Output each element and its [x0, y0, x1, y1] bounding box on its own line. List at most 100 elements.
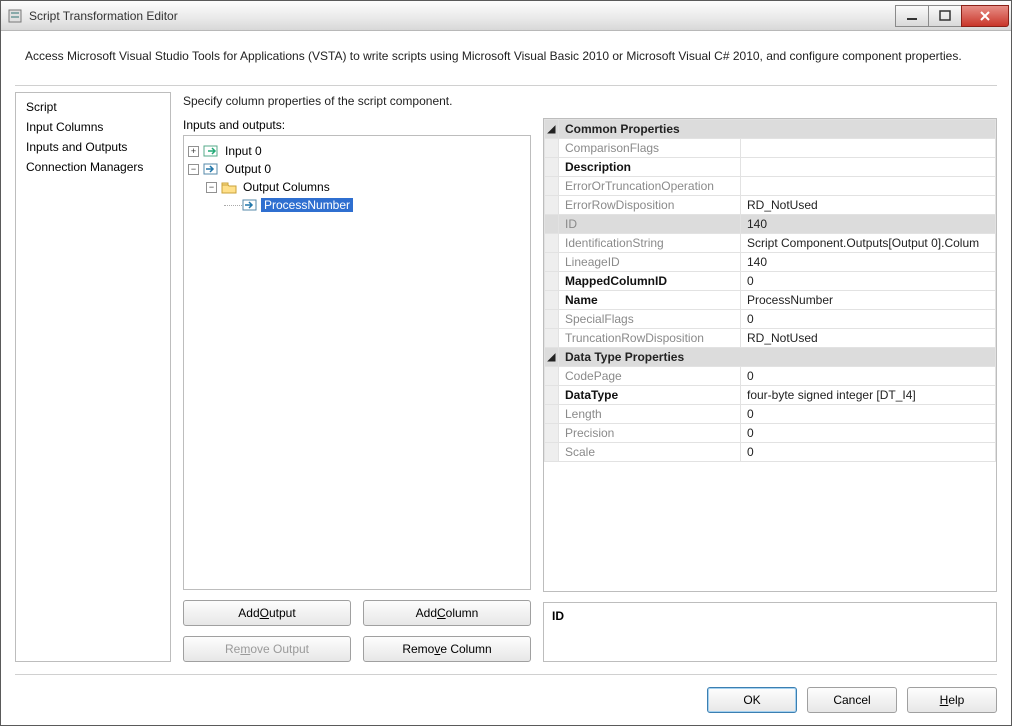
add-column-button[interactable]: Add Column [363, 600, 531, 626]
propgrid-row[interactable]: DataTypefour-byte signed integer [DT_I4] [545, 386, 996, 405]
tree-node-input0[interactable]: + Input 0 [188, 142, 526, 160]
prop-value[interactable]: RD_NotUsed [741, 196, 996, 215]
expand-icon[interactable]: + [188, 146, 199, 157]
prop-value[interactable]: 0 [741, 424, 996, 443]
collapse-icon[interactable]: ◢ [545, 120, 559, 139]
prop-name: Name [559, 291, 741, 310]
prop-value[interactable]: 140 [741, 253, 996, 272]
tree-column: Inputs and outputs: + Input 0 − Output 0 [183, 118, 531, 662]
propgrid-row[interactable]: SpecialFlags0 [545, 310, 996, 329]
prop-name: ID [559, 215, 741, 234]
close-button[interactable] [961, 5, 1009, 27]
propgrid-row[interactable]: NameProcessNumber [545, 291, 996, 310]
propgrid-row[interactable]: Precision0 [545, 424, 996, 443]
propgrid-row[interactable]: Length0 [545, 405, 996, 424]
propgrid-row[interactable]: LineageID140 [545, 253, 996, 272]
property-description-title: ID [552, 609, 988, 623]
propgrid-row[interactable]: ErrorOrTruncationOperation [545, 177, 996, 196]
tree-connector [224, 205, 242, 206]
propgrid-row[interactable]: TruncationRowDispositionRD_NotUsed [545, 329, 996, 348]
tree-node-processnumber[interactable]: ProcessNumber [188, 196, 526, 214]
prop-value[interactable] [741, 158, 996, 177]
minimize-button[interactable] [895, 5, 929, 27]
propgrid-row[interactable]: Description [545, 158, 996, 177]
propgrid-row[interactable]: CodePage0 [545, 367, 996, 386]
sidebar-item-input-columns[interactable]: Input Columns [16, 117, 170, 137]
tree-node-label: ProcessNumber [261, 198, 353, 212]
prop-value[interactable] [741, 177, 996, 196]
dialog-window: Script Transformation Editor Access Micr… [0, 0, 1012, 726]
propgrid-row[interactable]: IdentificationStringScript Component.Out… [545, 234, 996, 253]
prop-value[interactable]: 0 [741, 310, 996, 329]
property-grid-table: ◢Common PropertiesComparisonFlagsDescrip… [544, 119, 996, 462]
category-label: Data Type Properties [559, 348, 996, 367]
dialog-description: Access Microsoft Visual Studio Tools for… [15, 41, 997, 85]
prop-name: Scale [559, 443, 741, 462]
propgrid-row[interactable]: ErrorRowDispositionRD_NotUsed [545, 196, 996, 215]
prop-name: TruncationRowDisposition [559, 329, 741, 348]
prop-value[interactable]: 140 [741, 215, 996, 234]
folder-icon [221, 179, 237, 195]
tree-node-output0[interactable]: − Output 0 [188, 160, 526, 178]
prop-name: Precision [559, 424, 741, 443]
collapse-icon[interactable]: − [206, 182, 217, 193]
tree-buttons-row2: Remove Output Remove Column [183, 636, 531, 662]
prop-value[interactable]: RD_NotUsed [741, 329, 996, 348]
prop-value[interactable]: ProcessNumber [741, 291, 996, 310]
propgrid-category[interactable]: ◢Common Properties [545, 120, 996, 139]
help-button[interactable]: Help [907, 687, 997, 713]
maximize-button[interactable] [928, 5, 962, 27]
collapse-icon[interactable]: − [188, 164, 199, 175]
prop-name: Description [559, 158, 741, 177]
tree-node-label: Output Columns [240, 180, 333, 194]
app-icon [7, 8, 23, 24]
propgrid-row[interactable]: ComparisonFlags [545, 139, 996, 158]
prop-name: ErrorOrTruncationOperation [559, 177, 741, 196]
titlebar[interactable]: Script Transformation Editor [1, 1, 1011, 31]
remove-output-button[interactable]: Remove Output [183, 636, 351, 662]
remove-column-button[interactable]: Remove Column [363, 636, 531, 662]
prop-value[interactable]: four-byte signed integer [DT_I4] [741, 386, 996, 405]
tree-label: Inputs and outputs: [183, 118, 531, 132]
propgrid-row[interactable]: Scale0 [545, 443, 996, 462]
tree-node-label: Input 0 [222, 144, 265, 158]
collapse-icon[interactable]: ◢ [545, 348, 559, 367]
sidebar-item-inputs-outputs[interactable]: Inputs and Outputs [16, 137, 170, 157]
window-title: Script Transformation Editor [29, 9, 896, 23]
propgrid-category[interactable]: ◢Data Type Properties [545, 348, 996, 367]
dialog-content: Access Microsoft Visual Studio Tools for… [1, 31, 1011, 725]
propgrid-row[interactable]: ID140 [545, 215, 996, 234]
propgrid-column: ◢Common PropertiesComparisonFlagsDescrip… [543, 118, 997, 662]
ok-button[interactable]: OK [707, 687, 797, 713]
prop-name: CodePage [559, 367, 741, 386]
inputs-outputs-tree[interactable]: + Input 0 − Output 0 − [183, 135, 531, 590]
page-header: Specify column properties of the script … [183, 94, 997, 108]
prop-value[interactable]: 0 [741, 405, 996, 424]
divider [15, 85, 997, 86]
add-output-button[interactable]: Add Output [183, 600, 351, 626]
prop-value[interactable] [741, 139, 996, 158]
tree-node-label: Output 0 [222, 162, 274, 176]
window-buttons [896, 5, 1009, 27]
prop-value[interactable]: 0 [741, 367, 996, 386]
tree-node-output-columns[interactable]: − Output Columns [188, 178, 526, 196]
prop-value[interactable]: 0 [741, 272, 996, 291]
prop-name: ComparisonFlags [559, 139, 741, 158]
inputs-outputs-columns: Inputs and outputs: + Input 0 − Output 0 [183, 118, 997, 662]
property-grid[interactable]: ◢Common PropertiesComparisonFlagsDescrip… [543, 118, 997, 592]
right-pane: Specify column properties of the script … [183, 92, 997, 662]
prop-value[interactable]: 0 [741, 443, 996, 462]
prop-name: ErrorRowDisposition [559, 196, 741, 215]
input-icon [203, 143, 219, 159]
propgrid-row[interactable]: MappedColumnID0 [545, 272, 996, 291]
sidebar-item-script[interactable]: Script [16, 97, 170, 117]
prop-name: MappedColumnID [559, 272, 741, 291]
prop-name: SpecialFlags [559, 310, 741, 329]
sidebar-item-connection-managers[interactable]: Connection Managers [16, 157, 170, 177]
property-description-box: ID [543, 602, 997, 662]
prop-name: DataType [559, 386, 741, 405]
prop-value[interactable]: Script Component.Outputs[Output 0].Colum [741, 234, 996, 253]
prop-name: Length [559, 405, 741, 424]
cancel-button[interactable]: Cancel [807, 687, 897, 713]
tree-buttons-row1: Add Output Add Column [183, 600, 531, 626]
